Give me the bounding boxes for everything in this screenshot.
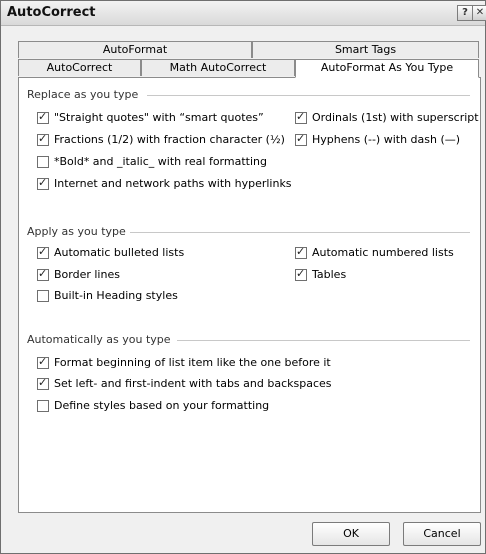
option-numbered-lists[interactable]: Automatic numbered lists <box>295 245 454 259</box>
option-ordinals[interactable]: Ordinals (1st) with superscript <box>295 110 479 124</box>
checkbox[interactable] <box>37 132 49 146</box>
tab-smart-tags[interactable]: Smart Tags <box>252 41 479 58</box>
checkbox[interactable] <box>37 110 49 124</box>
checkbox[interactable] <box>37 289 49 302</box>
option-heading-styles[interactable]: Built-in Heading styles <box>37 289 178 302</box>
help-icon[interactable]: ? <box>457 5 473 21</box>
option-format-list-item[interactable]: Format beginning of list item like the o… <box>37 355 331 369</box>
checkbox[interactable] <box>37 376 49 390</box>
tab-math-autocorrect[interactable]: Math AutoCorrect <box>141 59 295 76</box>
section-divider <box>177 340 470 341</box>
option-label: Fractions (1/2) with fraction character … <box>54 133 285 146</box>
checkbox[interactable] <box>37 245 49 259</box>
checkbox[interactable] <box>37 399 49 412</box>
option-label: Internet and network paths with hyperlin… <box>54 177 292 190</box>
option-label: Automatic bulleted lists <box>54 246 185 259</box>
option-straight-quotes[interactable]: "Straight quotes" with “smart quotes” <box>37 110 264 124</box>
window-title: AutoCorrect <box>7 5 96 20</box>
tab-autoformat-as-you-type[interactable]: AutoFormat As You Type <box>295 59 479 78</box>
checkbox[interactable] <box>37 155 49 168</box>
option-bold-italic[interactable]: *Bold* and _italic_ with real formatting <box>37 155 267 168</box>
option-label: Hyphens (--) with dash (—) <box>312 133 461 146</box>
option-label: Ordinals (1st) with superscript <box>312 111 479 124</box>
checkbox[interactable] <box>295 132 307 146</box>
option-bulleted-lists[interactable]: Automatic bulleted lists <box>37 245 185 259</box>
section-automatically-as-you-type: Automatically as you type <box>27 333 171 346</box>
checkbox[interactable] <box>37 176 49 190</box>
checkbox[interactable] <box>37 267 49 281</box>
section-divider <box>130 232 470 233</box>
option-label: Tables <box>312 268 347 281</box>
option-fractions[interactable]: Fractions (1/2) with fraction character … <box>37 132 285 146</box>
section-replace-as-you-type: Replace as you type <box>27 88 139 101</box>
cancel-button[interactable]: Cancel <box>403 522 481 546</box>
ok-button[interactable]: OK <box>312 522 390 546</box>
section-divider <box>147 95 470 96</box>
tab-autoformat[interactable]: AutoFormat <box>18 41 252 58</box>
title-bar: AutoCorrect ? ✕ <box>1 1 486 26</box>
option-label: Automatic numbered lists <box>312 246 454 259</box>
option-border-lines[interactable]: Border lines <box>37 267 120 281</box>
tab-autocorrect[interactable]: AutoCorrect <box>18 59 141 76</box>
option-define-styles[interactable]: Define styles based on your formatting <box>37 399 269 412</box>
option-label: *Bold* and _italic_ with real formatting <box>54 155 267 168</box>
option-label: Set left- and first-indent with tabs and… <box>54 377 332 390</box>
section-apply-as-you-type: Apply as you type <box>27 225 126 238</box>
option-hyphens[interactable]: Hyphens (--) with dash (—) <box>295 132 461 146</box>
tab-panel: Replace as you type "Straight quotes" wi… <box>18 77 481 513</box>
option-tables[interactable]: Tables <box>295 267 347 281</box>
checkbox[interactable] <box>295 245 307 259</box>
checkbox[interactable] <box>295 110 307 124</box>
option-indent-tabs[interactable]: Set left- and first-indent with tabs and… <box>37 376 332 390</box>
checkbox[interactable] <box>37 355 49 369</box>
option-hyperlinks[interactable]: Internet and network paths with hyperlin… <box>37 176 292 190</box>
option-label: Format beginning of list item like the o… <box>54 356 331 369</box>
option-label: Border lines <box>54 268 120 281</box>
option-label: "Straight quotes" with “smart quotes” <box>54 111 264 124</box>
option-label: Define styles based on your formatting <box>54 399 270 412</box>
close-icon[interactable]: ✕ <box>472 5 486 21</box>
option-label: Built-in Heading styles <box>54 289 178 302</box>
autocorrect-window: AutoCorrect ? ✕ AutoFormat Smart Tags Au… <box>0 0 486 554</box>
checkbox[interactable] <box>295 267 307 281</box>
